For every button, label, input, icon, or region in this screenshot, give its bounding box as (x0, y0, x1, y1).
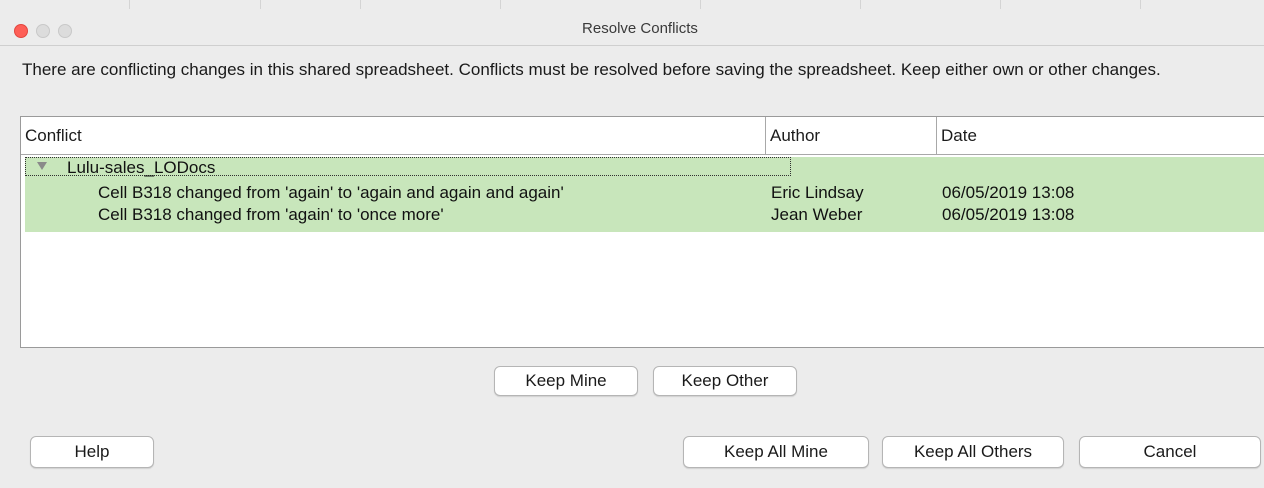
cancel-button[interactable]: Cancel (1079, 436, 1261, 468)
ruler-tick (360, 0, 361, 9)
conflict-list[interactable]: Conflict Author Date Lulu-sales_LODocs C… (20, 116, 1264, 348)
conflict-row-2-date: 06/05/2019 13:08 (942, 205, 1075, 224)
close-window-icon[interactable] (14, 24, 28, 38)
conflict-row-2-description[interactable]: Cell B318 changed from 'again' to 'once … (98, 205, 444, 225)
keep-all-mine-button[interactable]: Keep All Mine (683, 436, 869, 468)
ruler-tick (700, 0, 701, 9)
expand-triangle-icon[interactable] (37, 162, 47, 170)
ruler-tick (1140, 0, 1141, 9)
conflict-row-1-author: Eric Lindsay (771, 183, 864, 202)
zoom-window-icon[interactable] (58, 24, 72, 38)
column-header-conflict[interactable]: Conflict (21, 117, 765, 154)
window-title: Resolve Conflicts (582, 20, 698, 37)
conflict-row-2-author: Jean Weber (771, 205, 863, 224)
conflict-row-1-description[interactable]: Cell B318 changed from 'again' to 'again… (98, 183, 564, 203)
ruler-tick (260, 0, 261, 9)
column-header-author[interactable]: Author (766, 117, 936, 154)
keep-mine-button[interactable]: Keep Mine (494, 366, 638, 396)
keep-all-others-button[interactable]: Keep All Others (882, 436, 1064, 468)
ruler-tick (129, 0, 130, 9)
conflict-group-label[interactable]: Lulu-sales_LODocs (67, 158, 215, 178)
column-header-date[interactable]: Date (937, 117, 1264, 154)
conflict-row-1-date: 06/05/2019 13:08 (942, 183, 1075, 202)
ruler-tick (860, 0, 861, 9)
minimize-window-icon[interactable] (36, 24, 50, 38)
ruler-tick (1000, 0, 1001, 9)
list-header: Conflict Author Date (21, 117, 1264, 155)
keep-other-button[interactable]: Keep Other (653, 366, 797, 396)
help-button[interactable]: Help (30, 436, 154, 468)
ruler-tick (500, 0, 501, 9)
conflict-description: There are conflicting changes in this sh… (22, 60, 1161, 79)
